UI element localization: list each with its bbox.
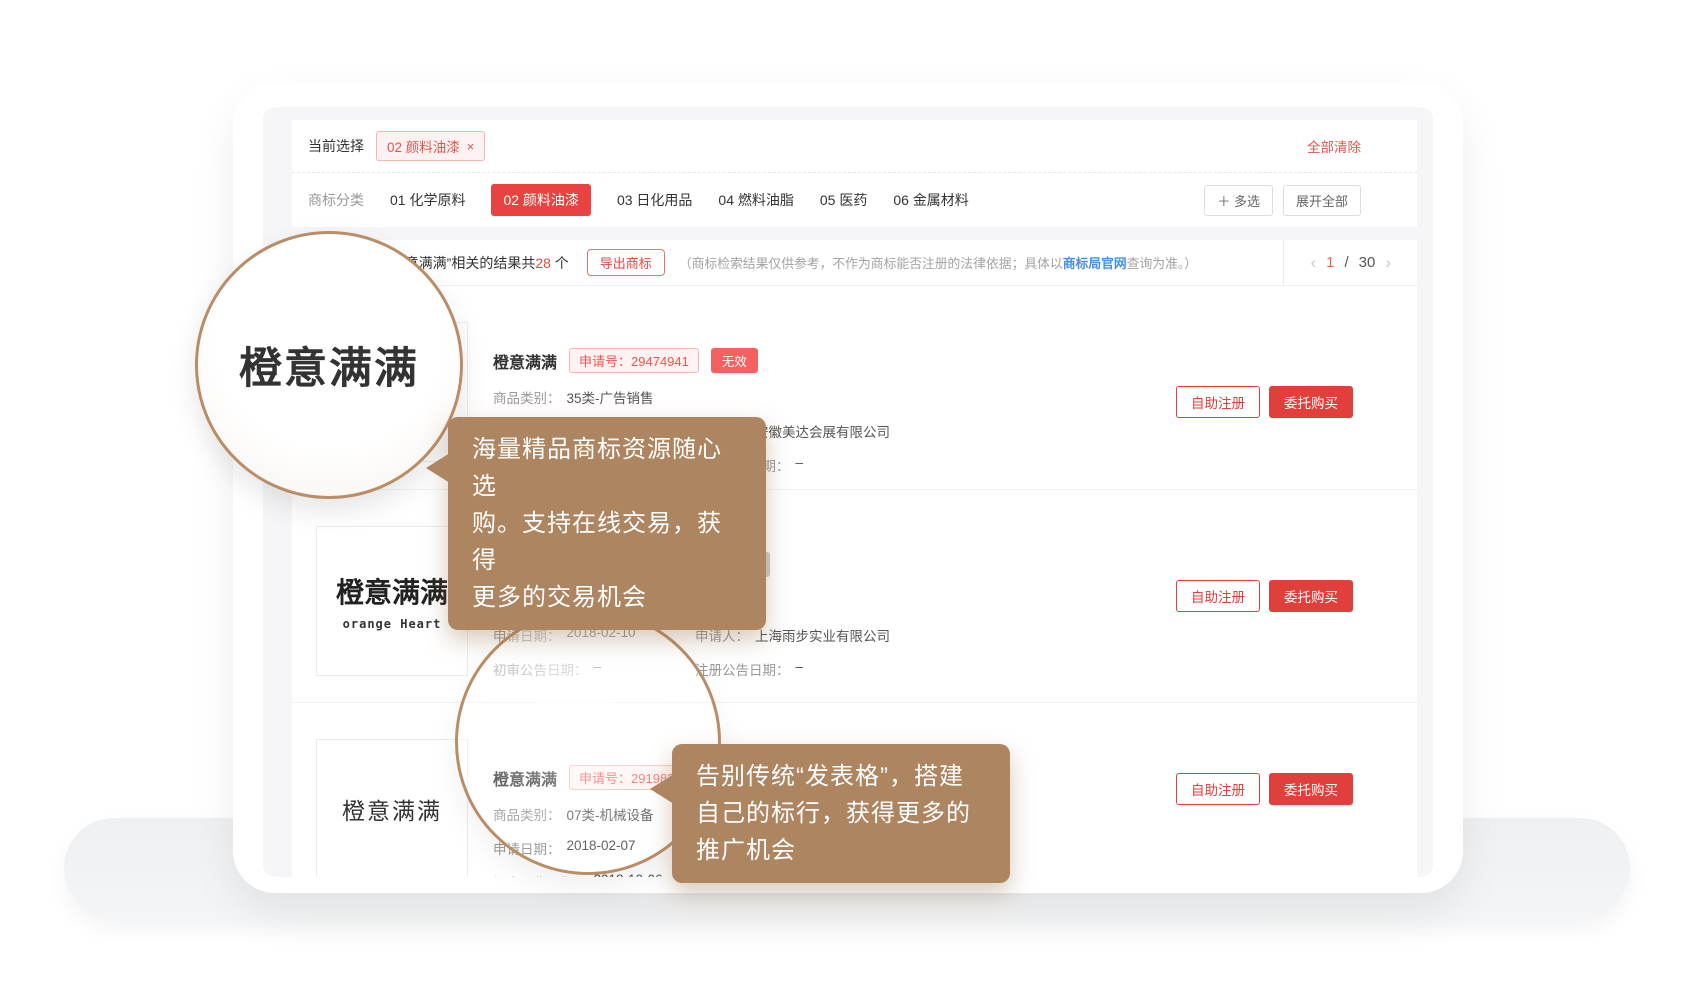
field-value: 07类-机械设备: [567, 804, 654, 824]
field-value: –: [594, 659, 602, 679]
callout-text: 海量精品商标资源随心选 购。支持在线交易，获得 更多的交易机会: [472, 436, 722, 611]
row-actions: 自助注册 委托购买: [1176, 580, 1353, 612]
magnifier-circle-upper: 橙意满满: [195, 231, 463, 499]
field-value: 2018-02-07: [567, 838, 636, 858]
trademark-thumbnail[interactable]: 橙意满满: [316, 739, 468, 877]
summary-suffix: 个: [551, 255, 569, 271]
self-register-button[interactable]: 自助注册: [1176, 386, 1260, 418]
entrust-purchase-button[interactable]: 委托购买: [1269, 386, 1353, 418]
application-number-value: 29474941: [631, 354, 689, 369]
field-label: 商品类别：: [493, 387, 561, 407]
clear-all-link[interactable]: 全部清除: [1307, 136, 1361, 156]
current-page: 1: [1326, 254, 1334, 271]
field-line: 初审公告日期：– 注册公告日期：–: [493, 659, 1133, 679]
callout-text: 告别传统“发表格”，搭建 自己的标行，获得更多的 推广机会: [696, 763, 971, 864]
total-pages: 30: [1359, 254, 1376, 271]
selected-filter-tag-text: 02 颜料油漆: [387, 136, 460, 156]
next-page-icon[interactable]: ›: [1385, 253, 1391, 273]
thumbnail-text: 橙意满满: [342, 792, 442, 826]
pagination: ‹ 1 / 30 ›: [1283, 240, 1417, 285]
remove-filter-icon[interactable]: ×: [467, 139, 475, 154]
multi-select-button[interactable]: ＋ 多选: [1204, 185, 1273, 216]
current-selection-row: 当前选择 02 颜料油漆 × 全部清除: [292, 120, 1417, 172]
category-tab-03[interactable]: 03 日化用品: [617, 190, 692, 210]
trademark-office-link[interactable]: 商标局官网: [1063, 256, 1127, 271]
application-number-tag: 申请号：29474941: [569, 348, 699, 373]
self-register-button[interactable]: 自助注册: [1176, 580, 1260, 612]
entrust-purchase-button[interactable]: 委托购买: [1269, 580, 1353, 612]
thumbnail-text: 橙意满满: [336, 571, 448, 611]
category-tab-05[interactable]: 05 医药: [820, 190, 867, 210]
results-count: 28: [535, 255, 551, 271]
prev-page-icon[interactable]: ‹: [1310, 253, 1316, 273]
trademark-name[interactable]: 橙意满满: [493, 766, 557, 790]
category-row: 商标分类 01 化学原料 02 颜料油漆 03 日化用品 04 燃料油脂 05 …: [292, 172, 1417, 227]
callout-marketplace: 海量精品商标资源随心选 购。支持在线交易，获得 更多的交易机会: [448, 417, 766, 630]
category-tab-01[interactable]: 01 化学原料: [390, 190, 465, 210]
category-tab-06[interactable]: 06 金属材料: [893, 190, 968, 210]
field-value: 2018-10-06: [594, 872, 663, 877]
status-badge: 无效: [711, 348, 758, 373]
field-label: 初审公告日期：: [493, 659, 588, 679]
stage: 当前选择 02 颜料油漆 × 全部清除 商标分类 01 化学原料 02 颜料油漆…: [0, 0, 1696, 1002]
self-register-button[interactable]: 自助注册: [1176, 773, 1260, 805]
title-line: 橙意满满 申请号：29474941 无效: [493, 348, 1133, 373]
results-header: 为您检索到“橙意满满”相关的结果共28 个 导出商标 （商标检索结果仅供参考，不…: [292, 240, 1417, 286]
field-line: 商品类别： 35类-广告销售: [493, 387, 1133, 407]
row-actions: 自助注册 委托购买: [1176, 773, 1353, 805]
field-label: 注册公告日期：: [695, 659, 790, 679]
trademark-thumbnail[interactable]: 橙意满满 orange Heart: [316, 526, 468, 676]
current-selection-label: 当前选择: [308, 136, 364, 156]
trademark-name[interactable]: 橙意满满: [493, 349, 557, 373]
callout-arrow-icon: [650, 774, 674, 804]
field-label: 申请日期：: [493, 838, 561, 858]
callout-arrow-icon: [426, 453, 450, 483]
expand-all-button[interactable]: 展开全部: [1283, 185, 1361, 216]
category-tab-04[interactable]: 04 燃料油脂: [718, 190, 793, 210]
field-value: –: [796, 455, 804, 475]
thumbnail-subtext: orange Heart: [343, 617, 442, 631]
application-number-label: 申请号：: [579, 771, 631, 786]
field-label: 初审公告日期：: [493, 872, 588, 877]
callout-promotion: 告别传统“发表格”，搭建 自己的标行，获得更多的 推广机会: [672, 744, 1010, 883]
page-separator: /: [1344, 254, 1348, 271]
category-tab-02-selected[interactable]: 02 颜料油漆: [491, 184, 590, 216]
field-col: 申请日期： 2018-02-07: [493, 838, 695, 858]
application-number-label: 申请号：: [579, 354, 631, 369]
disclaimer-post: 查询为准。）: [1127, 256, 1197, 271]
disclaimer-pre: （商标检索结果仅供参考，不作为商标能否注册的法律依据；具体以: [679, 256, 1063, 271]
row-actions: 自助注册 委托购买: [1176, 386, 1353, 418]
field-value: 35类-广告销售: [567, 387, 654, 407]
export-trademarks-button[interactable]: 导出商标: [587, 249, 665, 276]
field-label: 商品类别：: [493, 804, 561, 824]
entrust-purchase-button[interactable]: 委托购买: [1269, 773, 1353, 805]
field-col: 初审公告日期： 2018-10-06: [493, 872, 695, 877]
magnified-trademark-text: 橙意满满: [239, 334, 419, 396]
field-value: 上海雨步实业有限公司: [755, 625, 890, 645]
filter-panel: 当前选择 02 颜料油漆 × 全部清除 商标分类 01 化学原料 02 颜料油漆…: [292, 120, 1417, 227]
field-value: –: [796, 659, 804, 679]
field-value: 安徽美达会展有限公司: [755, 421, 890, 441]
category-label: 商标分类: [308, 190, 364, 210]
selected-filter-tag[interactable]: 02 颜料油漆 ×: [376, 131, 485, 161]
disclaimer: （商标检索结果仅供参考，不作为商标能否注册的法律依据；具体以商标局官网查询为准。…: [679, 253, 1284, 272]
field-col: 初审公告日期：–: [493, 659, 695, 679]
field-col: 注册公告日期：–: [695, 659, 803, 679]
